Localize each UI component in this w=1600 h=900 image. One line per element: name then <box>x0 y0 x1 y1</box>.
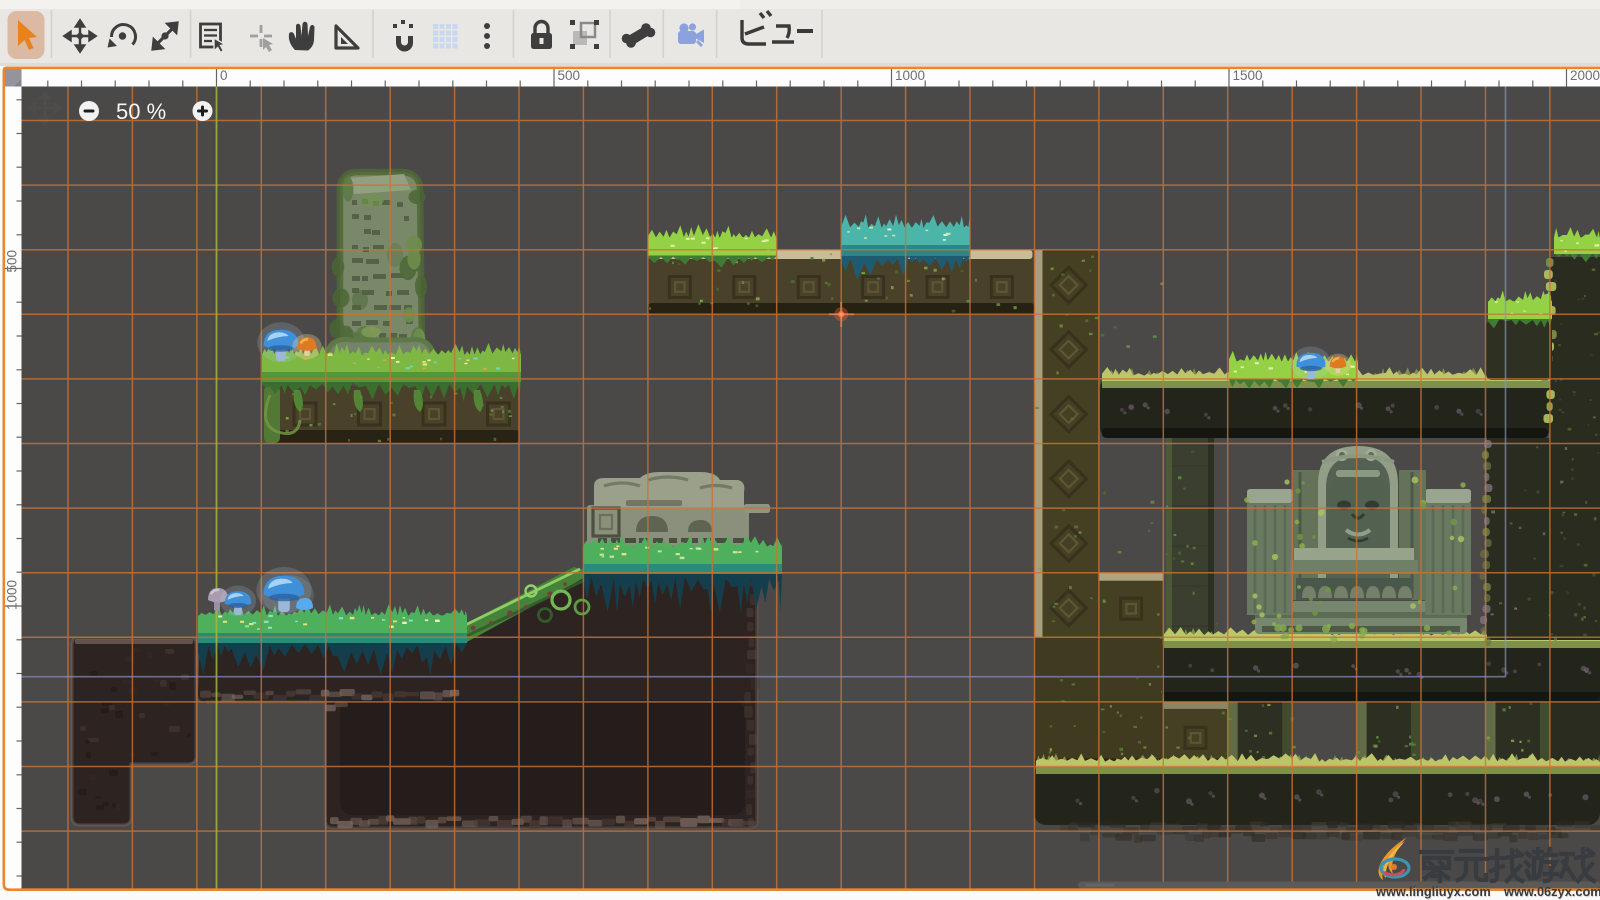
svg-text:1500: 1500 <box>1233 68 1263 83</box>
svg-text:1000: 1000 <box>5 580 20 610</box>
svg-text:www.lingliuyx.com: www.lingliuyx.com <box>1375 884 1491 899</box>
svg-text:0: 0 <box>220 68 228 83</box>
svg-text:www.06zyx.com: www.06zyx.com <box>1503 884 1600 899</box>
svg-text:500: 500 <box>558 68 581 83</box>
svg-text:500: 500 <box>5 250 20 273</box>
svg-text:50 %: 50 % <box>116 99 166 124</box>
svg-text:1000: 1000 <box>895 68 925 83</box>
svg-text:2000: 2000 <box>1570 68 1600 83</box>
